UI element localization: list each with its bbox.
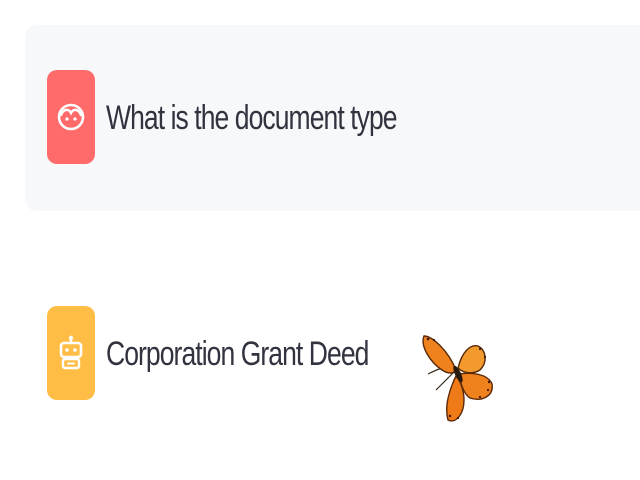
- user-face-icon: [57, 103, 85, 131]
- chat-page: What is the document type Corporation Gr…: [0, 0, 640, 480]
- butterfly-icon: [422, 335, 493, 422]
- robot-icon: [59, 335, 83, 370]
- user-message-text: What is the document type: [106, 99, 398, 137]
- assistant-avatar: [47, 306, 95, 400]
- assistant-message-text: Corporation Grant Deed: [106, 335, 369, 373]
- user-avatar: [47, 70, 95, 164]
